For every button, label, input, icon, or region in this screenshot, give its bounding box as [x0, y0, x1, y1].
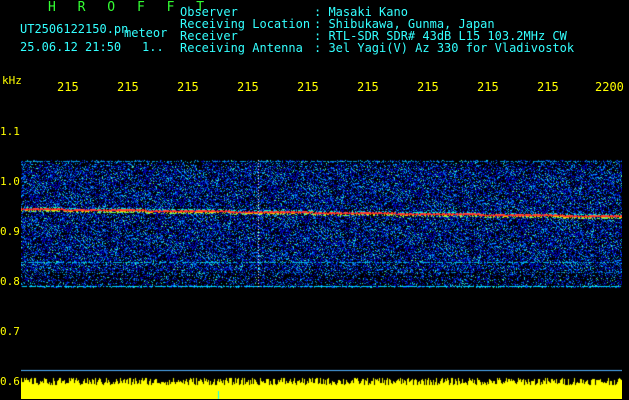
y-tick-label: 0.9	[0, 225, 20, 238]
x-tick-label: 215	[177, 80, 199, 94]
mode-tag: meteor	[124, 26, 168, 40]
frame-counter: 1..	[142, 40, 164, 54]
x-tick-label: 215	[57, 80, 79, 94]
y-tick-label: 1.0	[0, 175, 20, 188]
x-tick-label: 215	[477, 80, 499, 94]
date-time: 25.06.12 21:50	[20, 40, 122, 54]
x-tick-label: 215	[537, 80, 559, 94]
antenna-value: : 3el Yagi(V) Az 330 for Vladivostok	[314, 41, 575, 55]
x-tick-label: 215	[357, 80, 379, 94]
antenna-label: Receiving Antenna	[180, 41, 303, 55]
spectrogram-canvas	[21, 100, 622, 399]
x-tick-label: 2200	[595, 80, 624, 94]
spectrogram-plot	[21, 100, 622, 399]
x-tick-label: 215	[237, 80, 259, 94]
x-tick-label: 215	[417, 80, 439, 94]
x-tick-label: 215	[297, 80, 319, 94]
y-tick-label: 0.7	[0, 325, 20, 338]
y-tick-label: 1.1	[0, 125, 20, 138]
y-tick-label: 0.8	[0, 275, 20, 288]
frequency-unit-label: kHz	[2, 74, 22, 87]
x-tick-label: 215	[117, 80, 139, 94]
y-tick-label: 0.6	[0, 375, 20, 388]
file-name: UT2506122150.pn	[20, 22, 129, 36]
